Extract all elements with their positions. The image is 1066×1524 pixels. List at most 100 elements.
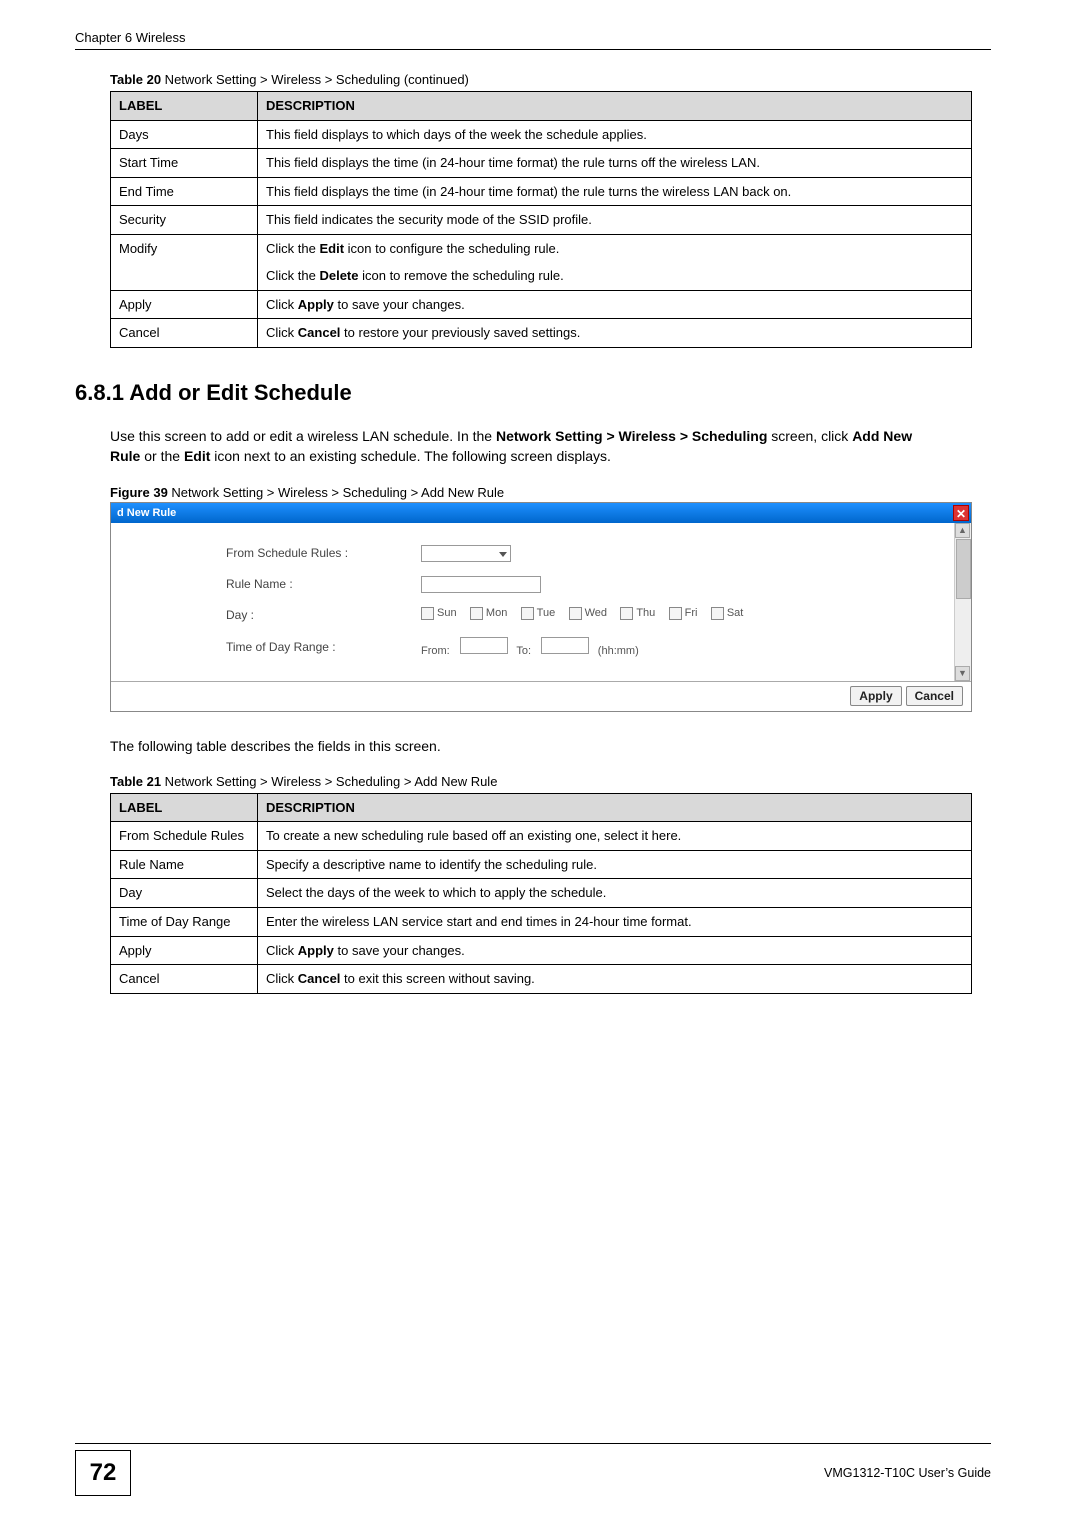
- figure39-caption-prefix: Figure 39: [110, 485, 168, 500]
- text: Click: [266, 325, 298, 340]
- table-row: Days This field displays to which days o…: [111, 120, 972, 149]
- time-range-controls: From: To: (hh:mm): [421, 637, 641, 657]
- close-icon[interactable]: ✕: [953, 505, 969, 521]
- time-range-label: Time of Day Range :: [226, 640, 421, 654]
- cell-desc: This field displays the time (in 24-hour…: [258, 177, 972, 206]
- table21-header-row: LABEL DESCRIPTION: [111, 793, 972, 822]
- scroll-thumb[interactable]: [956, 539, 971, 599]
- table20-caption-rest: Network Setting > Wireless > Scheduling …: [161, 72, 469, 87]
- cell-label: Day: [111, 879, 258, 908]
- dialog-body: From Schedule Rules : Rule Name : Day : …: [111, 523, 954, 681]
- time-range-row: Time of Day Range : From: To: (hh:mm): [226, 637, 954, 657]
- from-label: From:: [421, 645, 450, 657]
- cell-desc: Click the Edit icon to configure the sch…: [258, 234, 972, 290]
- bold-text: Network Setting > Wireless > Scheduling: [496, 428, 767, 444]
- cell-desc: Click Cancel to exit this screen without…: [258, 965, 972, 994]
- day-checkbox-tue[interactable]: Tue: [521, 607, 556, 620]
- figure39-caption-rest: Network Setting > Wireless > Scheduling …: [168, 485, 504, 500]
- cancel-button[interactable]: Cancel: [906, 686, 963, 706]
- text: icon to configure the scheduling rule.: [344, 241, 559, 256]
- from-schedule-rules-row: From Schedule Rules :: [226, 545, 954, 562]
- day-label: Day :: [226, 608, 421, 622]
- guide-title: VMG1312-T10C User’s Guide: [824, 1466, 991, 1480]
- text: screen, click: [767, 428, 852, 444]
- cell-desc: This field displays to which days of the…: [258, 120, 972, 149]
- day-checkbox-wed[interactable]: Wed: [569, 607, 607, 620]
- from-schedule-rules-label: From Schedule Rules :: [226, 546, 421, 560]
- cell-label: From Schedule Rules: [111, 822, 258, 851]
- scroll-up-icon[interactable]: ▲: [955, 523, 970, 538]
- rule-name-row: Rule Name :: [226, 576, 954, 593]
- table20-caption-prefix: Table 20: [110, 72, 161, 87]
- bold-text: Cancel: [298, 325, 341, 340]
- table-row: Rule Name Specify a descriptive name to …: [111, 850, 972, 879]
- checkbox-icon: [521, 607, 534, 620]
- cell-label: Modify: [111, 234, 258, 290]
- figure39-caption: Figure 39 Network Setting > Wireless > S…: [110, 485, 991, 500]
- text: to restore your previously saved setting…: [340, 325, 580, 340]
- cell-label: Days: [111, 120, 258, 149]
- section-heading: 6.8.1 Add or Edit Schedule: [75, 380, 991, 406]
- rule-name-input[interactable]: [421, 576, 541, 593]
- table20-header-label: LABEL: [111, 92, 258, 121]
- cell-desc: This field displays the time (in 24-hour…: [258, 149, 972, 178]
- hhmm-hint: (hh:mm): [598, 645, 639, 657]
- table-row: Security This field indicates the securi…: [111, 206, 972, 235]
- cell-label: Time of Day Range: [111, 908, 258, 937]
- checkbox-icon: [711, 607, 724, 620]
- day-checkbox-thu[interactable]: Thu: [620, 607, 655, 620]
- running-header: Chapter 6 Wireless: [75, 30, 991, 45]
- text: Click: [266, 297, 298, 312]
- cell-desc: Specify a descriptive name to identify t…: [258, 850, 972, 879]
- checkbox-icon: [421, 607, 434, 620]
- bold-text: Delete: [319, 268, 358, 283]
- day-checkbox-sun[interactable]: Sun: [421, 607, 457, 620]
- footer-rule: [75, 1443, 991, 1444]
- from-schedule-rules-select[interactable]: [421, 545, 511, 562]
- scroll-down-icon[interactable]: ▼: [955, 666, 970, 681]
- table-row: Cancel Click Cancel to restore your prev…: [111, 319, 972, 348]
- table-row: End Time This field displays the time (i…: [111, 177, 972, 206]
- checkbox-icon: [669, 607, 682, 620]
- table20-caption: Table 20 Network Setting > Wireless > Sc…: [75, 72, 991, 87]
- bold-text: Edit: [319, 241, 344, 256]
- text: Click the: [266, 241, 319, 256]
- text: Click the: [266, 268, 319, 283]
- apply-button[interactable]: Apply: [850, 686, 901, 706]
- figure39-screenshot: d New Rule ✕ From Schedule Rules : Rule …: [110, 502, 972, 712]
- cell-label: Security: [111, 206, 258, 235]
- vertical-scrollbar[interactable]: ▲ ▼: [954, 523, 971, 681]
- rule-name-label: Rule Name :: [226, 577, 421, 591]
- table20-header-desc: DESCRIPTION: [258, 92, 972, 121]
- cell-desc: To create a new scheduling rule based of…: [258, 822, 972, 851]
- day-label-text: Mon: [486, 607, 507, 619]
- cell-desc: Enter the wireless LAN service start and…: [258, 908, 972, 937]
- dialog-title-bar[interactable]: d New Rule ✕: [111, 503, 971, 523]
- day-checkbox-sat[interactable]: Sat: [711, 607, 744, 620]
- text: Use this screen to add or edit a wireles…: [110, 428, 496, 444]
- table-row: From Schedule Rules To create a new sche…: [111, 822, 972, 851]
- text: Click: [266, 971, 298, 986]
- day-label-text: Thu: [636, 607, 655, 619]
- table20: LABEL DESCRIPTION Days This field displa…: [110, 91, 972, 348]
- text: to save your changes.: [334, 297, 465, 312]
- day-label-text: Sat: [727, 607, 744, 619]
- cell-label: Rule Name: [111, 850, 258, 879]
- day-label-text: Wed: [585, 607, 607, 619]
- time-from-input[interactable]: [460, 637, 508, 654]
- page-footer: 72 VMG1312-T10C User’s Guide: [75, 1443, 991, 1496]
- page-number: 72: [75, 1450, 131, 1496]
- day-label-text: Tue: [537, 607, 556, 619]
- checkbox-icon: [470, 607, 483, 620]
- time-to-input[interactable]: [541, 637, 589, 654]
- paragraph-table-intro: The following table describes the fields…: [110, 736, 940, 756]
- text: to exit this screen without saving.: [340, 971, 534, 986]
- text: icon to remove the scheduling rule.: [359, 268, 564, 283]
- day-label-text: Fri: [685, 607, 698, 619]
- day-label-text: Sun: [437, 607, 457, 619]
- bold-text: Apply: [298, 943, 334, 958]
- day-checkbox-fri[interactable]: Fri: [669, 607, 698, 620]
- to-label: To:: [516, 645, 531, 657]
- dialog-title: d New Rule: [117, 507, 176, 519]
- day-checkbox-mon[interactable]: Mon: [470, 607, 507, 620]
